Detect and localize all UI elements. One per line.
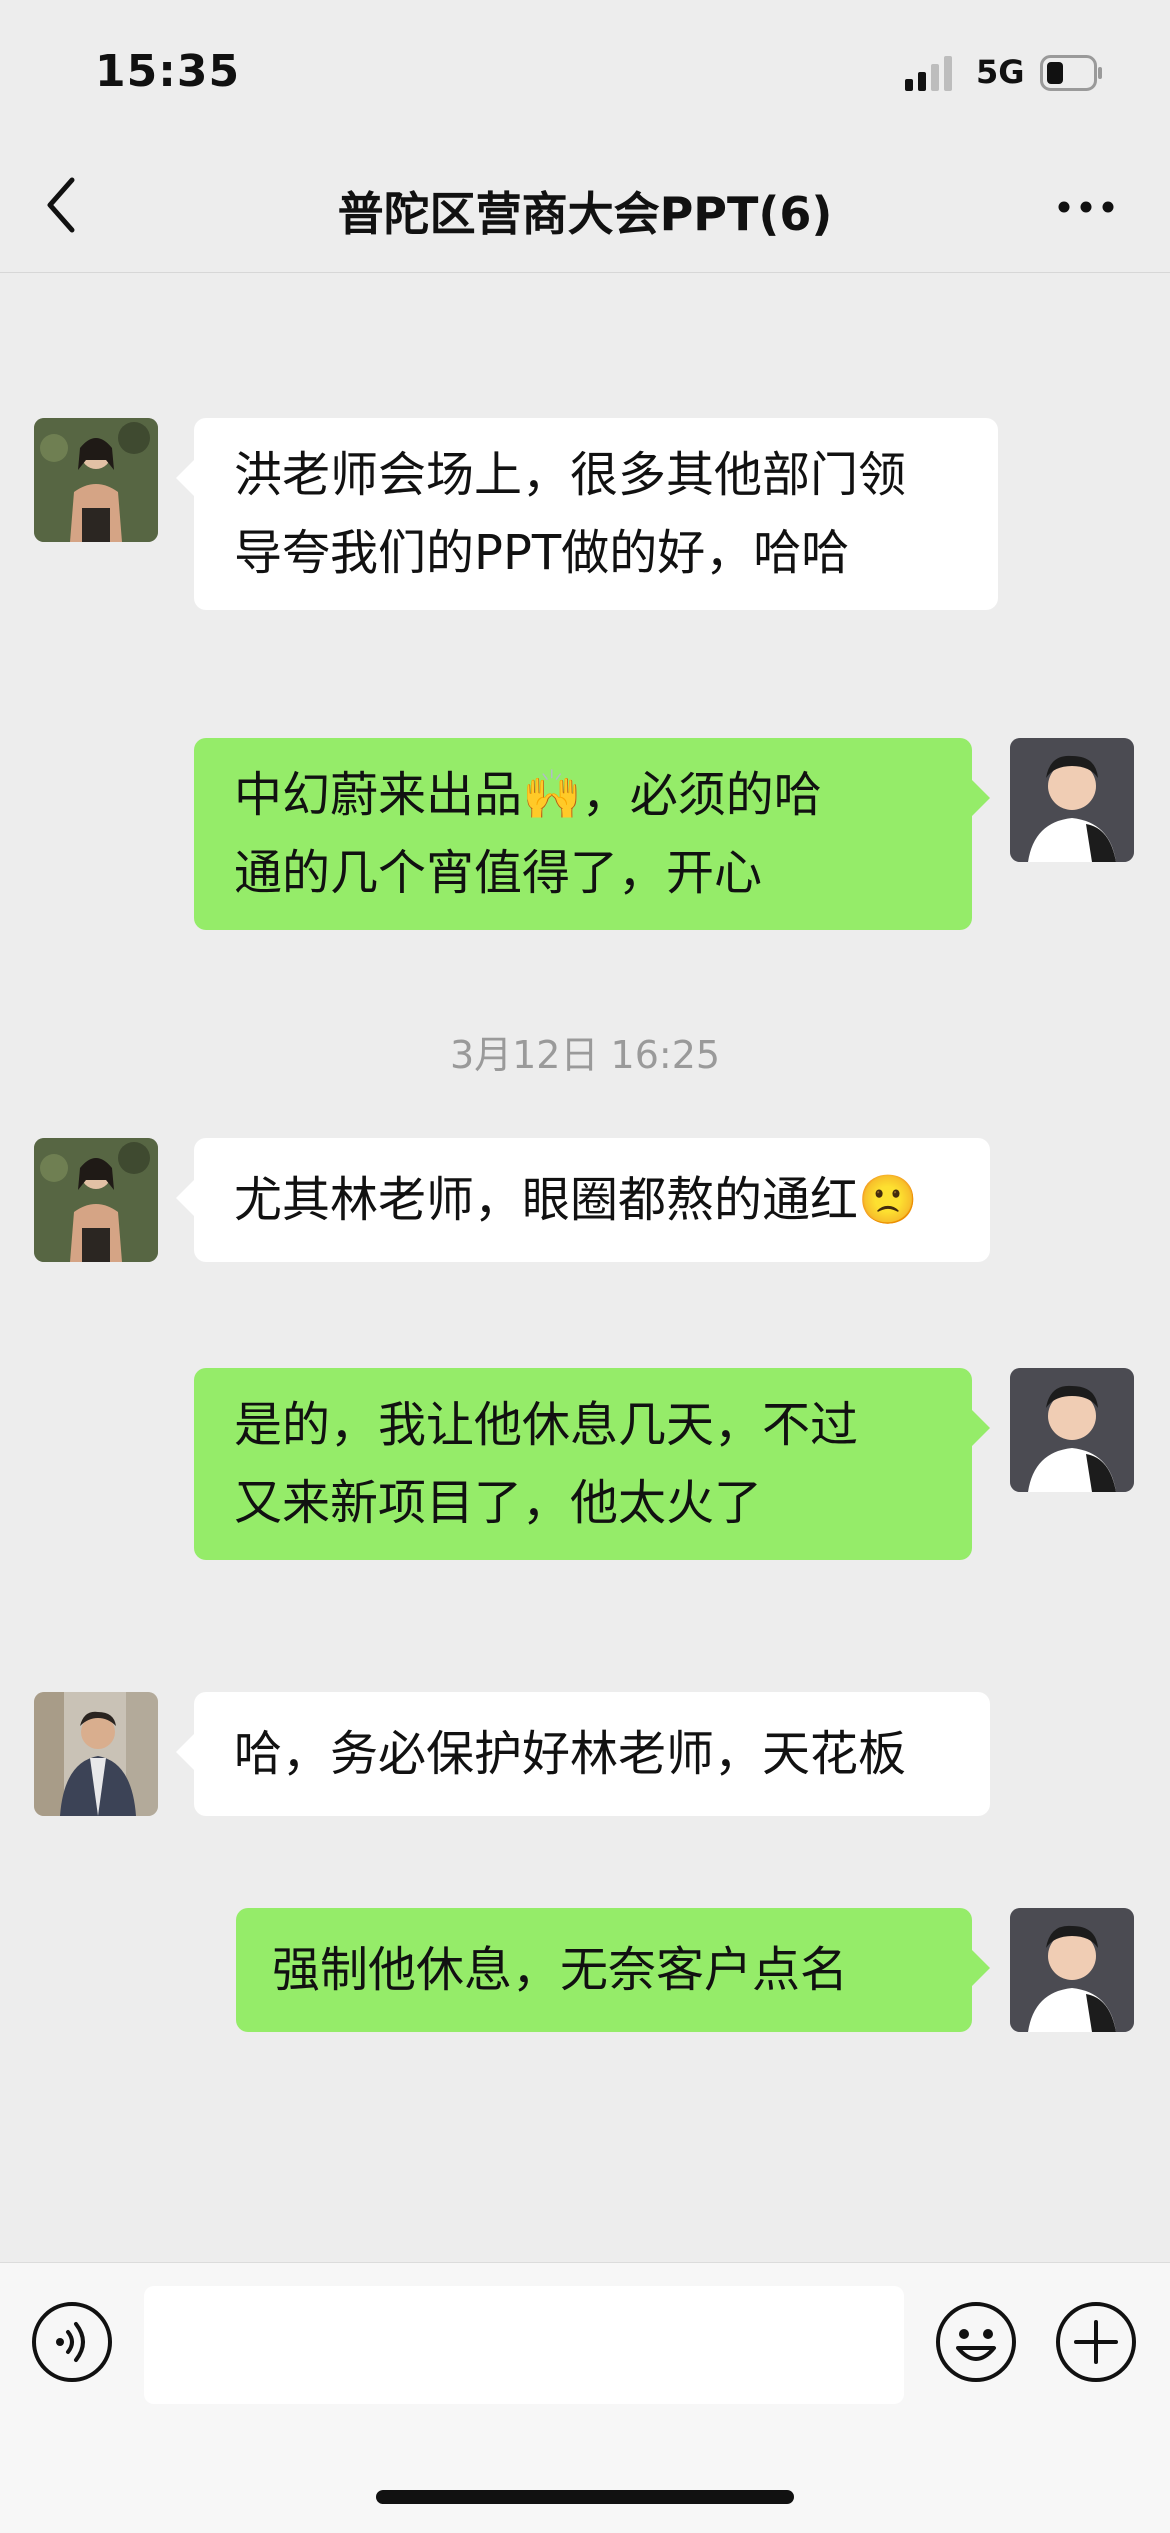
- message-4-line-1: 是的，我让他休息几天，不过: [234, 1397, 859, 1453]
- signal-icon: [905, 56, 952, 91]
- message-2-line-1a: 中幻蔚来出品: [234, 767, 523, 823]
- message-5-line-1: 哈，务必保护好林老师，天花板: [234, 1726, 907, 1782]
- raised-hands-emoji-icon: 🙌: [522, 767, 582, 823]
- more-icon[interactable]: [1054, 182, 1118, 232]
- avatar-self[interactable]: [1010, 1368, 1134, 1492]
- message-bubble-1[interactable]: 洪老师会场上，很多其他部门领 导夸我们的PPT做的好，哈哈: [176, 418, 998, 610]
- avatar-sender-woman[interactable]: [34, 418, 158, 542]
- message-2-line-1b: ，必须的哈: [581, 767, 822, 823]
- frown-emoji-icon: 🙁: [858, 1172, 918, 1228]
- message-input[interactable]: [144, 2286, 904, 2404]
- message-1-line-1: 洪老师会场上，很多其他部门领: [234, 447, 907, 503]
- message-3-line-1: 尤其林老师，眼圈都熬的通红: [234, 1172, 859, 1228]
- message-1-line-2: 导夸我们的PPT做的好，哈哈: [234, 525, 850, 581]
- message-2-line-2: 通的几个宵值得了，开心: [234, 845, 763, 901]
- home-indicator[interactable]: [376, 2490, 794, 2504]
- battery-icon: [1040, 55, 1102, 91]
- status-bar: 15:35 5G: [0, 0, 1170, 150]
- status-time: 15:35: [95, 46, 241, 97]
- network-label: 5G: [976, 53, 1025, 91]
- plus-icon[interactable]: [1054, 2300, 1138, 2384]
- chat-title: 普陀区营商大会PPT(6): [337, 187, 833, 241]
- message-bubble-5[interactable]: 哈，务必保护好林老师，天花板: [176, 1692, 990, 1816]
- message-bubble-2[interactable]: 中幻蔚来出品🙌，必须的哈 通的几个宵值得了，开心: [194, 738, 990, 930]
- emoji-icon[interactable]: [934, 2300, 1018, 2384]
- message-bubble-3[interactable]: 尤其林老师，眼圈都熬的通红🙁: [176, 1138, 990, 1262]
- avatar-self[interactable]: [1010, 738, 1134, 862]
- message-bubble-4[interactable]: 是的，我让他休息几天，不过 又来新项目了，他太火了: [194, 1368, 990, 1560]
- avatar-sender-woman[interactable]: [34, 1138, 158, 1262]
- avatar-sender-man[interactable]: [34, 1692, 158, 1816]
- message-bubble-6[interactable]: 强制他休息，无奈客户点名: [236, 1908, 990, 2032]
- message-6-line-1: 强制他休息，无奈客户点名: [272, 1942, 849, 1998]
- message-4-line-2: 又来新项目了，他太火了: [234, 1475, 763, 1531]
- avatar-self[interactable]: [1010, 1908, 1134, 2032]
- voice-icon[interactable]: [30, 2300, 114, 2384]
- chat-timestamp: 3月12日 16:25: [449, 1033, 721, 1077]
